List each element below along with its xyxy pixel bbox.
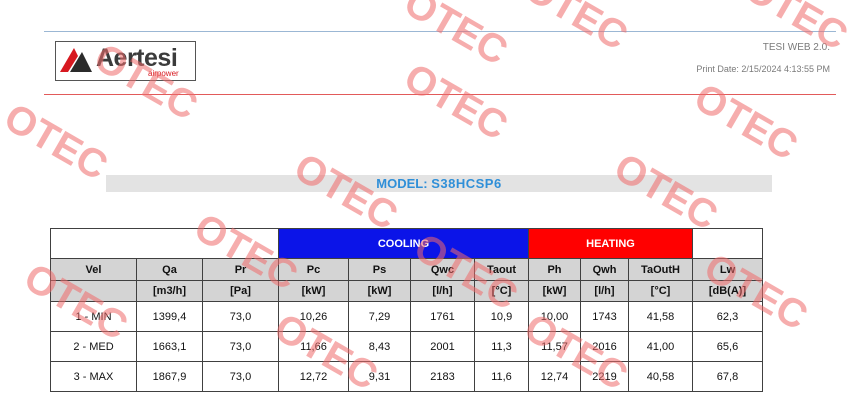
print-date: Print Date: 2/15/2024 4:13:55 PM xyxy=(696,64,830,74)
units-row: [m3/h] [Pa] [kW] [kW] [l/h] [°C] [kW] [l… xyxy=(50,280,763,302)
table-cell: 2001 xyxy=(410,331,475,362)
model-value: S38HCSP6 xyxy=(431,176,502,191)
table-cell: 11,3 xyxy=(474,331,529,362)
table-cell: 40,58 xyxy=(628,361,693,392)
table-cell: 65,6 xyxy=(692,331,763,362)
unit-cell: [kW] xyxy=(278,280,349,302)
model-title: MODEL: S38HCSP6 xyxy=(106,175,772,192)
table-cell: 8,43 xyxy=(348,331,411,362)
table-cell: 1743 xyxy=(580,301,629,332)
header-divider xyxy=(44,94,836,95)
unit-cell: [Pa] xyxy=(202,280,279,302)
column-header: Pc xyxy=(278,258,349,281)
table-cell: 2 - MED xyxy=(50,331,137,362)
table-cell: 41,58 xyxy=(628,301,693,332)
unit-cell: [l/h] xyxy=(580,280,629,302)
table-cell: 7,29 xyxy=(348,301,411,332)
table-cell: 62,3 xyxy=(692,301,763,332)
column-header-row: Vel Qa Pr Pc Ps Qwc Taout Ph Qwh TaOutH … xyxy=(50,258,763,281)
table-cell: 12,74 xyxy=(528,361,581,392)
column-header: Ph xyxy=(528,258,581,281)
column-header: Lw xyxy=(692,258,763,281)
table-cell: 1761 xyxy=(410,301,475,332)
column-header: Qa xyxy=(136,258,203,281)
table-cell: 10,26 xyxy=(278,301,349,332)
table-cell: 10,9 xyxy=(474,301,529,332)
table-cell: 1663,1 xyxy=(136,331,203,362)
unit-cell: [kW] xyxy=(528,280,581,302)
table-row: 1 - MIN 1399,4 73,0 10,26 7,29 1761 10,9… xyxy=(50,301,763,332)
unit-cell: [°C] xyxy=(628,280,693,302)
unit-cell: [°C] xyxy=(474,280,529,302)
top-divider xyxy=(44,31,836,32)
watermark: OTEC xyxy=(396,55,515,149)
table-cell: 73,0 xyxy=(202,301,279,332)
model-label: MODEL: xyxy=(376,176,428,191)
unit-cell: [l/h] xyxy=(410,280,475,302)
unit-cell xyxy=(50,280,137,302)
table-cell: 3 - MAX xyxy=(50,361,137,392)
table-cell: 2183 xyxy=(410,361,475,392)
table-cell: 1399,4 xyxy=(136,301,203,332)
table-cell: 11,66 xyxy=(278,331,349,362)
logo-mark-icon xyxy=(60,48,92,72)
table-row: 3 - MAX 1867,9 73,0 12,72 9,31 2183 11,6… xyxy=(50,361,763,392)
column-header: Qwc xyxy=(410,258,475,281)
table-cell: 11,57 xyxy=(528,331,581,362)
column-header: TaOutH xyxy=(628,258,693,281)
unit-cell: [m3/h] xyxy=(136,280,203,302)
watermark: OTEC xyxy=(396,0,515,74)
table-cell: 1 - MIN xyxy=(50,301,137,332)
table-cell: 10,00 xyxy=(528,301,581,332)
section-header-row: COOLING HEATING xyxy=(50,228,763,259)
table-cell: 73,0 xyxy=(202,361,279,392)
watermark: OTEC xyxy=(0,95,115,189)
column-header: Pr xyxy=(202,258,279,281)
unit-cell: [dB(A)] xyxy=(692,280,763,302)
column-header: Ps xyxy=(348,258,411,281)
watermark: OTEC xyxy=(516,0,635,59)
app-name: TESI WEB 2.0. xyxy=(762,42,830,53)
watermark: OTEC xyxy=(286,145,405,239)
table-cell: 9,31 xyxy=(348,361,411,392)
table-cell: 41,00 xyxy=(628,331,693,362)
section-empty-cell xyxy=(692,228,763,259)
table-cell: 11,6 xyxy=(474,361,529,392)
cooling-section-header: COOLING xyxy=(278,228,529,259)
company-logo: Aertesi airpower xyxy=(55,41,196,81)
performance-table: COOLING HEATING Vel Qa Pr Pc Ps Qwc Taou… xyxy=(50,228,763,392)
table-cell: 2219 xyxy=(580,361,629,392)
watermark: OTEC xyxy=(606,145,725,239)
unit-cell: [kW] xyxy=(348,280,411,302)
table-cell: 73,0 xyxy=(202,331,279,362)
column-header: Taout xyxy=(474,258,529,281)
column-header: Vel xyxy=(50,258,137,281)
table-cell: 2016 xyxy=(580,331,629,362)
table-row: 2 - MED 1663,1 73,0 11,66 8,43 2001 11,3… xyxy=(50,331,763,362)
watermark: OTEC xyxy=(686,75,805,169)
section-empty-cell xyxy=(50,228,279,259)
heating-section-header: HEATING xyxy=(528,228,693,259)
table-cell: 12,72 xyxy=(278,361,349,392)
column-header: Qwh xyxy=(580,258,629,281)
table-cell: 67,8 xyxy=(692,361,763,392)
table-cell: 1867,9 xyxy=(136,361,203,392)
logo-subtitle: airpower xyxy=(148,69,179,78)
